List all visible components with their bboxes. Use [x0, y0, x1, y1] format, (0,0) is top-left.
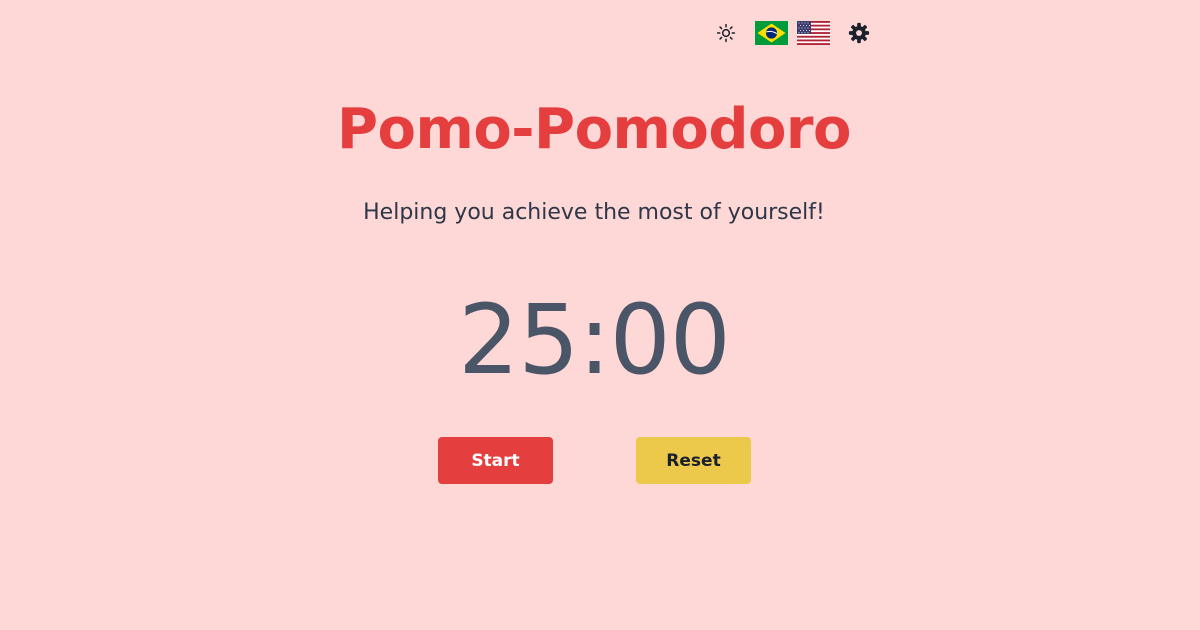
- timer-display: 25:00: [458, 284, 731, 396]
- brazil-flag-icon: [755, 21, 788, 45]
- gear-icon: [848, 22, 870, 44]
- reset-button[interactable]: Reset: [636, 437, 751, 484]
- language-english-button[interactable]: [797, 21, 830, 45]
- theme-toggle-button[interactable]: [709, 16, 743, 50]
- settings-button[interactable]: [844, 18, 874, 48]
- top-toolbar: [700, 16, 874, 50]
- start-button[interactable]: Start: [438, 437, 553, 484]
- language-portuguese-button[interactable]: [755, 21, 788, 45]
- app-subtitle: Helping you achieve the most of yourself…: [363, 200, 825, 225]
- app-title: Pomo-Pomodoro: [336, 97, 852, 162]
- usa-flag-icon: [797, 21, 830, 45]
- sun-icon: [716, 23, 736, 43]
